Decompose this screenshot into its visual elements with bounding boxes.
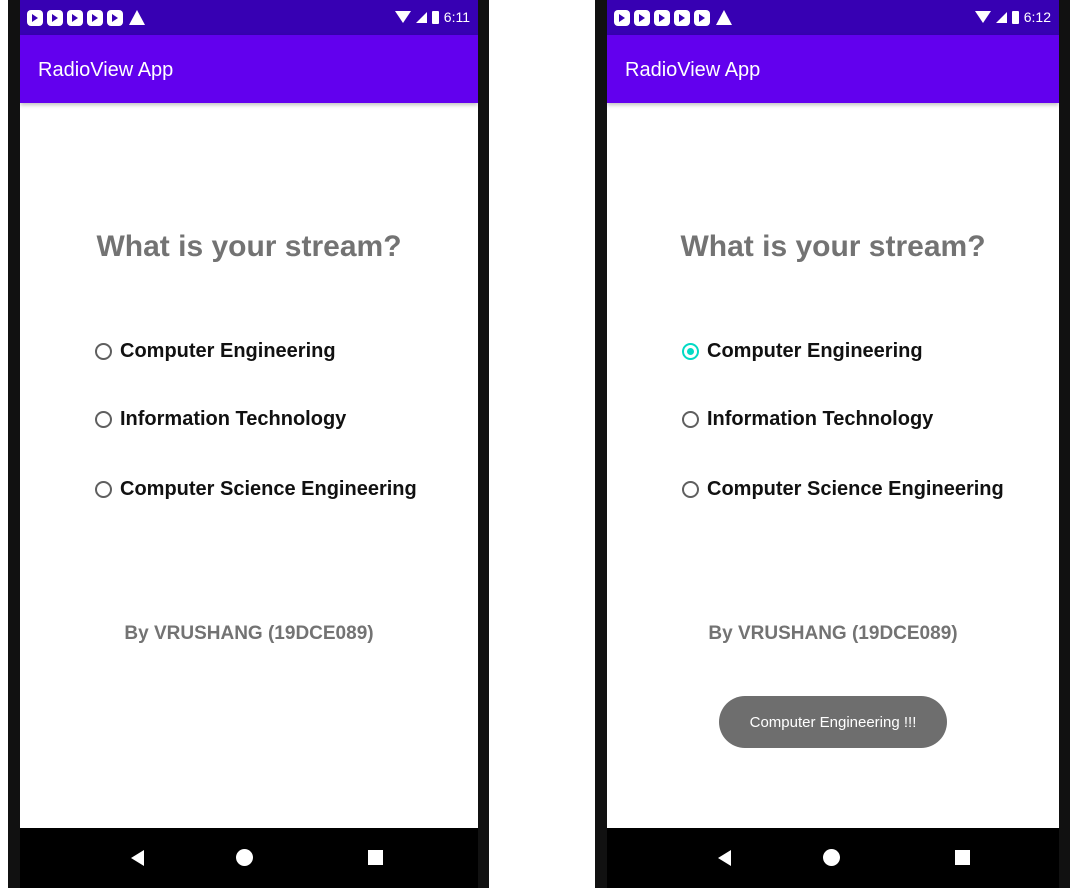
notification-icons — [614, 10, 732, 26]
radio-unchecked-icon[interactable] — [95, 410, 112, 428]
recents-icon[interactable] — [368, 850, 383, 865]
app-title: RadioView App — [38, 59, 174, 81]
radio-computer-science-engineering[interactable]: Computer Science Engineering — [682, 474, 1004, 504]
radio-label[interactable]: Computer Engineering — [120, 340, 336, 363]
play-notification-icon — [694, 10, 710, 26]
play-notification-icon — [87, 10, 103, 26]
question-heading: What is your stream? — [680, 230, 986, 263]
radio-unchecked-icon[interactable] — [95, 480, 112, 498]
back-icon[interactable] — [718, 850, 731, 866]
app-bar: RadioView App — [607, 35, 1059, 103]
radio-label[interactable]: Information Technology — [707, 408, 933, 431]
play-notification-icon — [47, 10, 63, 26]
phone-frame-left: 6:11 RadioView App What is your stream? … — [8, 0, 489, 888]
radio-label[interactable]: Information Technology — [120, 408, 346, 431]
radio-computer-engineering[interactable]: Computer Engineering — [682, 336, 923, 366]
play-notification-icon — [27, 10, 43, 26]
navigation-bar — [20, 828, 478, 888]
play-notification-icon — [674, 10, 690, 26]
signal-icon — [995, 11, 1007, 23]
navigation-bar — [607, 828, 1059, 888]
battery-icon — [1011, 10, 1019, 24]
question-heading: What is your stream? — [96, 230, 402, 263]
radio-unchecked-icon[interactable] — [682, 410, 699, 428]
radio-unchecked-icon[interactable] — [682, 480, 699, 498]
radio-information-technology[interactable]: Information Technology — [682, 404, 933, 434]
wifi-icon — [394, 11, 411, 23]
toast-message: Computer Engineering !!! — [719, 696, 947, 748]
warning-icon — [129, 10, 145, 25]
play-notification-icon — [634, 10, 650, 26]
radio-label[interactable]: Computer Science Engineering — [120, 478, 417, 501]
warning-icon — [716, 10, 732, 25]
home-icon[interactable] — [236, 849, 253, 866]
wifi-icon — [974, 11, 991, 23]
status-right: 6:12 — [974, 9, 1051, 25]
phone-frame-right: 6:12 RadioView App What is your stream? … — [595, 0, 1070, 888]
back-icon[interactable] — [131, 850, 144, 866]
status-right: 6:11 — [394, 9, 470, 25]
app-bar: RadioView App — [20, 35, 478, 103]
screen-left: 6:11 RadioView App What is your stream? … — [20, 0, 478, 888]
home-icon[interactable] — [823, 849, 840, 866]
radio-information-technology[interactable]: Information Technology — [95, 404, 346, 434]
notification-icons — [27, 10, 145, 26]
radio-checked-icon[interactable] — [682, 342, 699, 360]
author-byline: By VRUSHANG (19DCE089) — [124, 623, 374, 644]
battery-icon — [431, 10, 439, 24]
recents-icon[interactable] — [955, 850, 970, 865]
play-notification-icon — [614, 10, 630, 26]
play-notification-icon — [67, 10, 83, 26]
status-bar: 6:11 — [20, 0, 478, 35]
status-time: 6:11 — [443, 9, 470, 25]
screen-right: 6:12 RadioView App What is your stream? … — [607, 0, 1059, 888]
play-notification-icon — [654, 10, 670, 26]
status-bar: 6:12 — [607, 0, 1059, 35]
app-title: RadioView App — [625, 59, 761, 81]
radio-computer-science-engineering[interactable]: Computer Science Engineering — [95, 474, 417, 504]
radio-unchecked-icon[interactable] — [95, 342, 112, 360]
play-notification-icon — [107, 10, 123, 26]
signal-icon — [415, 11, 427, 23]
radio-label[interactable]: Computer Science Engineering — [707, 478, 1004, 501]
status-time: 6:12 — [1023, 9, 1051, 25]
radio-computer-engineering[interactable]: Computer Engineering — [95, 336, 336, 366]
radio-label[interactable]: Computer Engineering — [707, 340, 923, 363]
author-byline: By VRUSHANG (19DCE089) — [708, 623, 958, 644]
